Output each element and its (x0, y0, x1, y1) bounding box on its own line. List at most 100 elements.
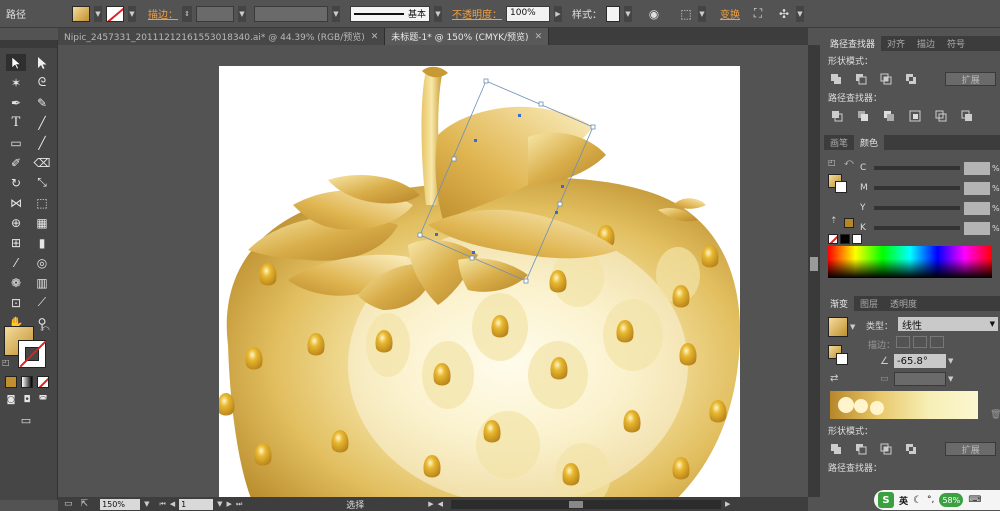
none-mode-icon[interactable] (37, 376, 49, 388)
arrange-icon[interactable]: ✣ (776, 6, 792, 22)
trim-icon[interactable] (854, 109, 872, 123)
merge-icon[interactable] (880, 109, 898, 123)
perspective-grid-tool-icon[interactable]: ▦ (32, 214, 52, 231)
transform-link[interactable]: 变换 (720, 6, 740, 21)
direct-selection-tool-icon[interactable] (32, 54, 52, 71)
crop-icon[interactable] (906, 109, 924, 123)
gradient-type-select[interactable]: 线性 ▼ (898, 317, 998, 332)
delete-stop-icon[interactable]: 🗑 (990, 410, 1000, 420)
stroke-weight-field[interactable] (196, 5, 234, 22)
tab-color[interactable]: 颜色 (854, 135, 885, 150)
moon-icon[interactable]: ☾ (913, 495, 922, 506)
gradient-slider[interactable] (830, 391, 978, 419)
yellow-value-field[interactable] (964, 201, 990, 215)
default-fill-stroke-icon[interactable]: ◰ (2, 358, 10, 367)
gradient-tool-icon[interactable]: ▮ (32, 234, 52, 251)
opacity-field[interactable]: 100% (506, 5, 550, 22)
yellow-slider[interactable] (874, 206, 960, 210)
status-menu-icon[interactable]: ▶ (428, 500, 433, 508)
brush-profile-dropdown-icon[interactable]: ▼ (434, 5, 442, 22)
strawberry-artwork[interactable] (58, 45, 808, 497)
tab-nipic-document[interactable]: Nipic_2457331_20111212161553018340.ai* @… (58, 28, 386, 45)
punctuation-icon[interactable]: °, (927, 495, 934, 505)
divide-icon[interactable] (828, 109, 846, 123)
slice-tool-icon[interactable]: ⟋ (32, 294, 52, 311)
next-artboard-icon[interactable]: ▶ (227, 500, 232, 508)
canvas-area[interactable] (58, 45, 808, 497)
minus-front-icon[interactable] (853, 72, 870, 86)
cyan-slider[interactable] (874, 166, 960, 170)
draw-normal-icon[interactable]: ◙ (5, 394, 17, 406)
artboard-dropdown-icon[interactable]: ▼ (217, 500, 222, 508)
draw-inside-icon[interactable]: ◚ (37, 394, 49, 406)
tab-stroke[interactable]: 描边 (911, 36, 941, 51)
scroll-thumb[interactable] (569, 500, 584, 508)
horizontal-scrollbar[interactable] (451, 499, 722, 509)
type-tool-icon[interactable]: T (6, 114, 26, 131)
fill-stroke-widget[interactable]: ⤺ ◰ (2, 324, 54, 372)
opacity-dropdown-icon[interactable]: ▶ (554, 5, 562, 22)
minus-back-icon[interactable] (958, 109, 976, 123)
shape-builder-tool-icon[interactable]: ⊕ (6, 214, 26, 231)
prev-artboard-icon[interactable]: ◀ (170, 500, 175, 508)
zoom-dropdown-icon[interactable]: ▼ (144, 500, 149, 508)
last-artboard-icon[interactable]: ⏭ (236, 500, 242, 509)
exclude-icon[interactable] (903, 442, 920, 456)
arrange-dropdown-icon[interactable]: ▼ (796, 5, 804, 22)
expand-button-2[interactable]: 扩展 (945, 442, 997, 456)
angle-field[interactable]: -65.8° (894, 354, 946, 368)
variable-width-field[interactable] (254, 5, 328, 22)
vertical-scrollbar[interactable] (808, 45, 820, 497)
isolate-icon[interactable]: ⛶ (750, 6, 766, 22)
eyedropper-tool-icon[interactable]: ⁄ (6, 254, 26, 271)
close-icon[interactable]: ✕ (371, 32, 379, 42)
none-swatch[interactable] (828, 234, 838, 244)
tab-layers[interactable]: 图层 (854, 296, 884, 311)
gradient-mode-icon[interactable] (21, 376, 33, 388)
exclude-icon[interactable] (903, 72, 920, 86)
black-slider[interactable] (874, 226, 960, 230)
line-tool-icon[interactable]: ╱ (32, 114, 52, 131)
minus-front-icon[interactable] (853, 442, 870, 456)
panel-grip[interactable] (0, 40, 57, 48)
eraser-tool-icon[interactable]: ⌫ (32, 154, 52, 171)
artboard-tool-icon[interactable]: ⊡ (6, 294, 26, 311)
artboard-number-field[interactable]: 1 (179, 498, 214, 510)
variable-width-dropdown-icon[interactable]: ▼ (332, 5, 340, 22)
stroke-box[interactable] (18, 340, 46, 368)
gradient-stop[interactable] (870, 401, 884, 415)
brush-profile-select[interactable]: 基本 (350, 5, 430, 22)
zoom-field[interactable]: 150% (100, 498, 141, 510)
magenta-slider[interactable] (874, 186, 960, 190)
stroke-weight-dropdown-icon[interactable]: ▼ (238, 5, 246, 22)
paintbrush-tool-icon[interactable]: ╱ (32, 134, 52, 151)
intersect-icon[interactable] (878, 72, 895, 86)
close-icon[interactable]: ✕ (535, 32, 543, 42)
gradient-stop[interactable] (838, 397, 854, 413)
ime-mode-label[interactable]: 英 (899, 494, 908, 507)
stroke-dropdown-icon[interactable]: ▼ (128, 5, 136, 22)
aspect-dropdown-icon[interactable]: ▼ (948, 375, 953, 383)
selection-tool-icon[interactable] (6, 54, 26, 71)
draw-behind-icon[interactable]: ◘ (21, 394, 33, 406)
style-dropdown-icon[interactable]: ▼ (624, 5, 632, 22)
mesh-tool-icon[interactable]: ⊞ (6, 234, 26, 251)
tab-transparency[interactable]: 透明度 (884, 296, 923, 311)
recolor-icon[interactable]: ◉ (646, 6, 662, 22)
magic-wand-tool-icon[interactable]: ✶ (6, 74, 26, 91)
artboard-nav-icon[interactable]: ▭ (64, 499, 73, 509)
color-mode-icon[interactable] (5, 376, 17, 388)
align-dropdown-icon[interactable]: ▼ (698, 5, 706, 22)
pen-tool-icon[interactable]: ✒ (6, 94, 26, 111)
out-of-gamut-icon[interactable]: ⇡ (830, 216, 838, 226)
angle-dropdown-icon[interactable]: ▼ (948, 357, 953, 365)
scroll-right-icon[interactable]: ▶ (725, 500, 730, 508)
tab-brushes[interactable]: 画笔 (824, 135, 854, 150)
align-grid-icon[interactable]: ⬚ (678, 6, 694, 22)
symbol-sprayer-tool-icon[interactable]: ❁ (6, 274, 26, 291)
screen-mode-icon[interactable]: ▭ (16, 412, 36, 429)
sogou-ime-icon[interactable]: S (878, 492, 894, 508)
stroke-weight-stepper[interactable]: ⇕ (182, 5, 192, 22)
tab-align[interactable]: 对齐 (881, 36, 911, 51)
lasso-tool-icon[interactable]: ᘓ (32, 74, 52, 91)
